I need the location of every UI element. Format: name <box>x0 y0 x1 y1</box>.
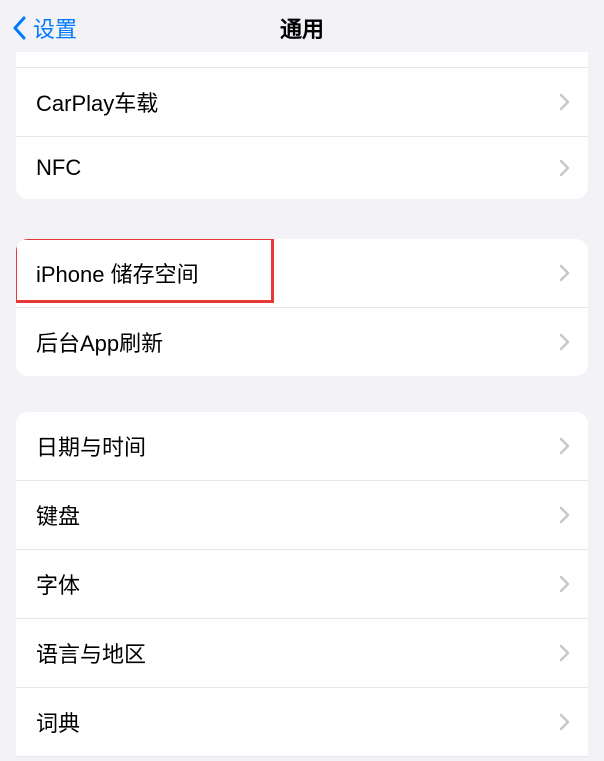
row-iphone-storage[interactable]: iPhone 储存空间 <box>16 239 588 308</box>
row-background-app-refresh[interactable]: 后台App刷新 <box>16 308 588 376</box>
row-label: 日期与时间 <box>36 430 146 462</box>
chevron-right-icon <box>559 333 570 351</box>
row-label: iPhone 储存空间 <box>36 257 199 289</box>
chevron-right-icon <box>559 506 570 524</box>
chevron-right-icon <box>559 713 570 731</box>
row-label: 字体 <box>36 568 80 600</box>
back-label: 设置 <box>33 12 77 44</box>
chevron-right-icon <box>559 93 570 111</box>
row-carplay[interactable]: CarPlay车载 <box>16 68 588 137</box>
row-dictionary[interactable]: 词典 <box>16 688 588 757</box>
row-language-region[interactable]: 语言与地区 <box>16 619 588 688</box>
settings-group-3: 日期与时间 键盘 字体 语言与地区 词典 <box>16 412 588 757</box>
row-label: 语言与地区 <box>36 637 146 669</box>
chevron-right-icon <box>559 264 570 282</box>
row-label: 后台App刷新 <box>36 326 163 358</box>
row-label: 词典 <box>36 706 80 738</box>
row-fonts[interactable]: 字体 <box>16 550 588 619</box>
page-title: 通用 <box>280 12 324 44</box>
chevron-right-icon <box>559 575 570 593</box>
row-label: CarPlay车载 <box>36 86 158 118</box>
row-label: 键盘 <box>36 499 80 531</box>
row-nfc[interactable]: NFC <box>16 137 588 199</box>
row-keyboard[interactable]: 键盘 <box>16 481 588 550</box>
settings-group-1: CarPlay车载 NFC <box>16 52 588 199</box>
partial-row <box>16 52 588 68</box>
back-button[interactable]: 设置 <box>0 12 77 44</box>
chevron-left-icon <box>12 16 27 40</box>
row-date-time[interactable]: 日期与时间 <box>16 412 588 481</box>
settings-group-2: iPhone 储存空间 后台App刷新 <box>16 239 588 376</box>
chevron-right-icon <box>559 437 570 455</box>
content: CarPlay车载 NFC iPhone 储存空间 后台App刷新 日期与时间 … <box>0 56 604 757</box>
nav-bar: 设置 通用 <box>0 0 604 56</box>
row-label: NFC <box>36 155 81 181</box>
chevron-right-icon <box>559 159 570 177</box>
chevron-right-icon <box>559 644 570 662</box>
